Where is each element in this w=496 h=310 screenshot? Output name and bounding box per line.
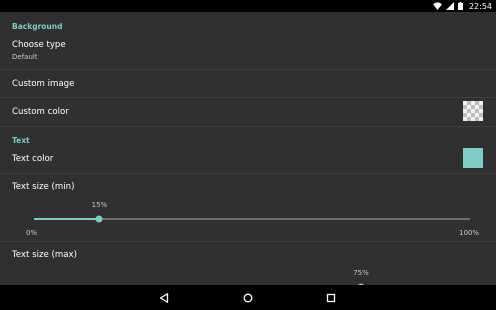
pref-choose-type[interactable]: Choose type Default	[0, 34, 496, 69]
slider-max-value-label: 75%	[353, 269, 369, 277]
preferences-list[interactable]: Background Choose type Default Custom im…	[0, 12, 496, 285]
slider-max-label: 100%	[459, 229, 480, 237]
section-header-background: Background	[12, 22, 63, 31]
text-color-swatch	[463, 148, 483, 168]
pref-text-size-min: Text size (min) 15% 0% 100%	[0, 174, 496, 240]
back-button[interactable]	[144, 285, 184, 310]
pref-text-size-max-title: Text size (max)	[12, 250, 77, 260]
slider-min-value-label: 15%	[91, 201, 108, 209]
home-icon	[243, 288, 253, 307]
section-header-text: Text	[12, 136, 30, 145]
recents-icon	[326, 288, 336, 307]
pref-custom-image-title: Custom image	[12, 79, 75, 89]
wifi-icon	[432, 2, 442, 10]
pref-choose-type-summary: Default	[12, 53, 38, 61]
pref-custom-color[interactable]: Custom color	[0, 98, 496, 126]
signal-icon	[445, 2, 454, 10]
navigation-bar	[0, 285, 496, 310]
status-bar: 22:54	[0, 0, 496, 12]
slider-min-fill	[34, 218, 100, 220]
custom-color-swatch	[463, 101, 483, 121]
divider	[0, 126, 496, 127]
recents-button[interactable]	[311, 285, 351, 310]
slider-min-label: 0%	[26, 229, 38, 237]
pref-custom-image[interactable]: Custom image	[0, 70, 496, 97]
pref-custom-color-title: Custom color	[12, 107, 69, 117]
home-button[interactable]	[228, 285, 268, 310]
pref-text-color[interactable]: Text color	[0, 147, 496, 173]
slider-min-thumb[interactable]	[95, 215, 103, 223]
pref-choose-type-title: Choose type	[12, 40, 66, 50]
pref-text-color-title: Text color	[12, 154, 54, 164]
pref-text-size-max: Text size (max) 75%	[0, 242, 496, 285]
back-icon	[159, 288, 169, 307]
battery-icon	[457, 2, 463, 10]
status-time: 22:54	[468, 1, 492, 11]
pref-text-size-min-title: Text size (min)	[12, 182, 75, 192]
slider-min-track[interactable]	[34, 215, 470, 223]
